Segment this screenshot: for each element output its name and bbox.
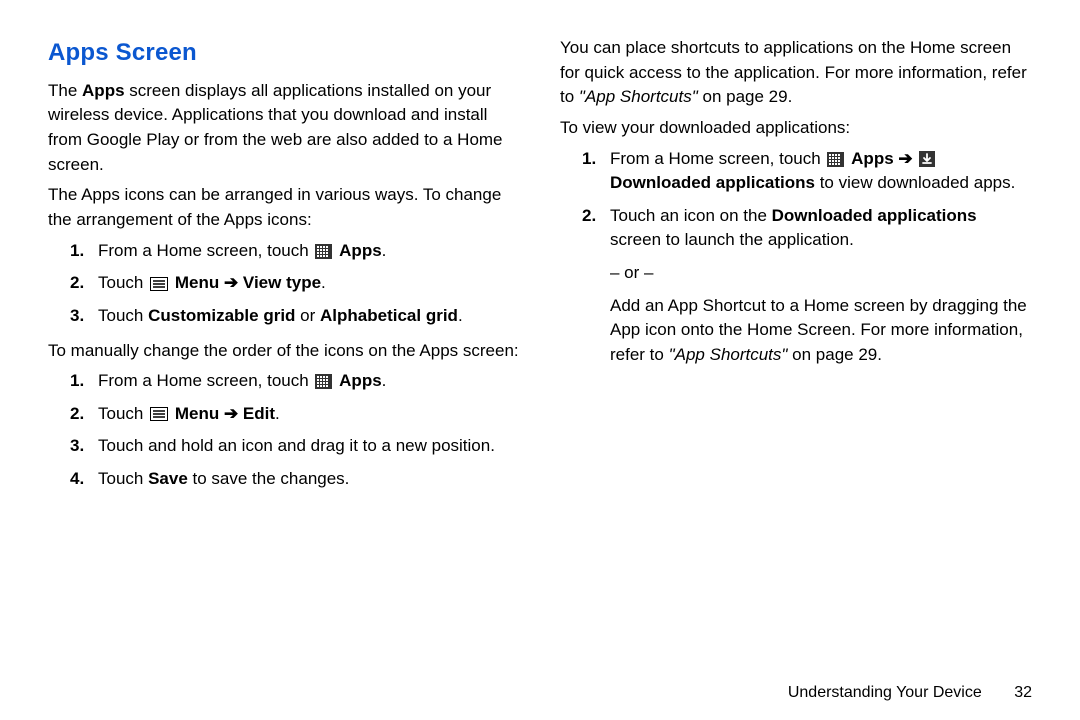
text: Touch an icon on the: [610, 206, 772, 225]
list-number: 3.: [70, 434, 88, 459]
save-bold: Save: [148, 469, 188, 488]
list-item: 2. Touch an icon on the Downloaded appli…: [582, 204, 1032, 368]
text: From a Home screen, touch: [610, 149, 825, 168]
apps-grid-icon: [315, 374, 332, 389]
arrow: ➔: [219, 273, 243, 292]
list-item: 3. Touch Customizable grid or Alphabetic…: [70, 304, 520, 329]
list-content: Touch Save to save the changes.: [98, 467, 520, 492]
text: .: [382, 241, 387, 260]
right-column: You can place shortcuts to applications …: [560, 36, 1032, 502]
list-number: 1.: [70, 369, 88, 394]
chapter-name: Understanding Your Device: [788, 684, 982, 701]
apps-bold: Apps: [82, 81, 125, 100]
menu-icon: [150, 407, 168, 421]
view-type-bold: View type: [243, 273, 321, 292]
list-item: 1. From a Home screen, touch Apps.: [70, 239, 520, 264]
list-content: Touch an icon on the Downloaded applicat…: [610, 204, 1032, 368]
manual-intro: To manually change the order of the icon…: [48, 339, 520, 364]
cross-ref: "App Shortcuts": [669, 345, 788, 364]
text: to save the changes.: [188, 469, 350, 488]
list-manual: 1. From a Home screen, touch Apps. 2. To…: [48, 369, 520, 492]
list-number: 1.: [582, 147, 600, 172]
list-number: 2.: [70, 402, 88, 427]
list-content: Touch Menu ➔ View type.: [98, 271, 520, 296]
list-arrange: 1. From a Home screen, touch Apps. 2. To…: [48, 239, 520, 329]
manual-page: Apps Screen The Apps screen displays all…: [0, 0, 1080, 502]
list-item: 2. Touch Menu ➔ View type.: [70, 271, 520, 296]
grid-bold: Alphabetical grid: [320, 306, 458, 325]
or-separator: – or –: [610, 261, 1032, 286]
text: From a Home screen, touch: [98, 371, 313, 390]
cross-ref: "App Shortcuts": [579, 87, 698, 106]
text: Touch: [98, 404, 148, 423]
apps-grid-icon: [827, 152, 844, 167]
text: .: [458, 306, 463, 325]
edit-bold: Edit: [243, 404, 275, 423]
download-icon: [919, 151, 935, 167]
downloaded-bold: Downloaded applications: [610, 173, 815, 192]
arrow: ➔: [219, 404, 243, 423]
list-item: 2. Touch Menu ➔ Edit.: [70, 402, 520, 427]
menu-icon: [150, 277, 168, 291]
list-content: From a Home screen, touch Apps.: [98, 239, 520, 264]
downloaded-intro: To view your downloaded applications:: [560, 116, 1032, 141]
arrange-intro: The Apps icons can be arranged in variou…: [48, 183, 520, 232]
text: to view downloaded apps.: [815, 173, 1015, 192]
menu-bold: Menu: [175, 273, 219, 292]
list-number: 4.: [70, 467, 88, 492]
section-heading: Apps Screen: [48, 36, 520, 71]
text: .: [275, 404, 280, 423]
downloaded-bold: Downloaded applications: [772, 206, 977, 225]
page-footer: Understanding Your Device 32: [788, 681, 1032, 704]
arrow: ➔: [894, 149, 918, 168]
list-item: 3. Touch and hold an icon and drag it to…: [70, 434, 520, 459]
text: screen to launch the application.: [610, 230, 854, 249]
apps-bold: Apps: [339, 371, 382, 390]
list-content: From a Home screen, touch Apps ➔ Downloa…: [610, 147, 1032, 196]
list-number: 2.: [582, 204, 600, 229]
list-content: Touch Menu ➔ Edit.: [98, 402, 520, 427]
text: on page 29.: [698, 87, 793, 106]
list-number: 3.: [70, 304, 88, 329]
list-content: From a Home screen, touch Apps.: [98, 369, 520, 394]
list-downloaded: 1. From a Home screen, touch Apps ➔ Down…: [560, 147, 1032, 368]
text: From a Home screen, touch: [98, 241, 313, 260]
text: Touch: [98, 273, 148, 292]
text: on page 29.: [787, 345, 882, 364]
text: Touch: [98, 306, 148, 325]
text: The: [48, 81, 82, 100]
text: or: [295, 306, 320, 325]
list-item: 1. From a Home screen, touch Apps.: [70, 369, 520, 394]
apps-bold: Apps: [339, 241, 382, 260]
list-number: 1.: [70, 239, 88, 264]
list-content: Touch Customizable grid or Alphabetical …: [98, 304, 520, 329]
apps-bold: Apps: [851, 149, 894, 168]
left-column: Apps Screen The Apps screen displays all…: [48, 36, 520, 502]
page-number: 32: [1014, 684, 1032, 701]
apps-grid-icon: [315, 244, 332, 259]
list-item: 1. From a Home screen, touch Apps ➔ Down…: [582, 147, 1032, 196]
grid-bold: Customizable grid: [148, 306, 295, 325]
text: .: [382, 371, 387, 390]
intro-paragraph: The Apps screen displays all application…: [48, 79, 520, 178]
list-number: 2.: [70, 271, 88, 296]
text: Touch: [98, 469, 148, 488]
list-content: Touch and hold an icon and drag it to a …: [98, 434, 520, 459]
shortcuts-paragraph: You can place shortcuts to applications …: [560, 36, 1032, 110]
list-item: 4. Touch Save to save the changes.: [70, 467, 520, 492]
menu-bold: Menu: [175, 404, 219, 423]
text: .: [321, 273, 326, 292]
